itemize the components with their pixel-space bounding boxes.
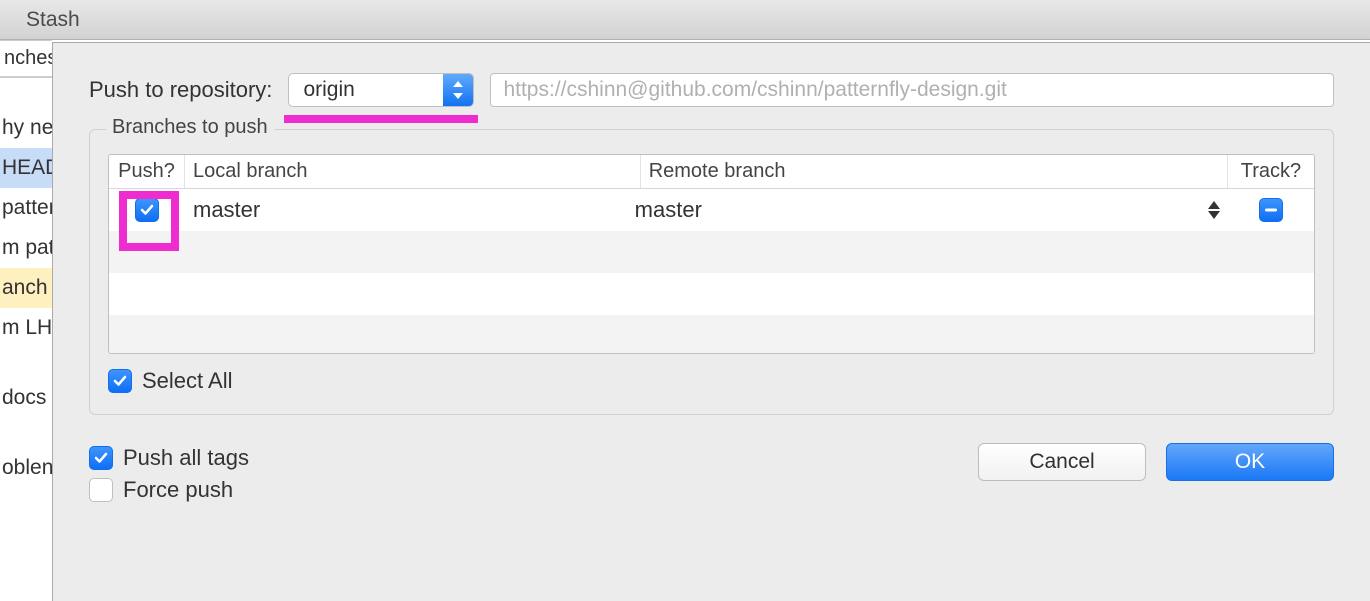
remote-url-field[interactable]: https://cshinn@github.com/cshinn/pattern… [490, 73, 1334, 107]
cell-remote-branch[interactable]: master [627, 189, 1228, 231]
table-row[interactable]: master master [109, 189, 1314, 231]
push-repo-label: Push to repository: [89, 77, 272, 103]
force-push-label: Force push [123, 477, 233, 503]
remote-select[interactable]: origin [288, 73, 474, 107]
push-all-tags-checkbox[interactable] [89, 446, 113, 470]
ok-button[interactable]: OK [1166, 443, 1334, 481]
window-title: Stash [26, 8, 80, 32]
bg-item: anch [0, 268, 52, 308]
branches-fieldset: Branches to push Push? Local branch Remo… [89, 129, 1334, 415]
select-all-checkbox[interactable] [108, 369, 132, 393]
track-checkbox[interactable] [1259, 198, 1283, 222]
th-track[interactable]: Track? [1228, 155, 1314, 188]
cancel-button[interactable]: Cancel [978, 443, 1146, 481]
bg-item: hy ne [0, 108, 52, 148]
remote-select-value: origin [303, 78, 354, 102]
push-all-tags-label: Push all tags [123, 445, 249, 471]
push-checkbox[interactable] [135, 198, 159, 222]
annotation-underline [284, 115, 478, 123]
cell-local-branch: master [185, 189, 627, 231]
bg-item: docs [0, 378, 52, 418]
background-sidebar: nches hy ne HEAD patter m pat anch m LH … [0, 40, 52, 601]
chevron-updown-icon [443, 74, 473, 106]
th-local[interactable]: Local branch [185, 155, 641, 188]
push-dialog: Push to repository: origin https://cshin… [52, 42, 1370, 601]
table-header: Push? Local branch Remote branch Track? [109, 155, 1314, 189]
bg-item: patter [0, 188, 52, 228]
stepper-icon[interactable] [1208, 201, 1220, 219]
branches-legend: Branches to push [106, 116, 274, 139]
branches-table: Push? Local branch Remote branch Track? … [108, 154, 1315, 354]
titlebar: Stash [0, 0, 1370, 40]
select-all-label: Select All [142, 368, 233, 394]
bg-item: m LH [0, 308, 52, 348]
bg-header: nches [0, 41, 52, 77]
th-push[interactable]: Push? [109, 155, 185, 188]
bg-item: HEAD [0, 148, 52, 188]
remote-url-value: https://cshinn@github.com/cshinn/pattern… [503, 78, 1006, 102]
bg-item: oblen [0, 448, 52, 488]
bg-item: m pat [0, 228, 52, 268]
force-push-checkbox[interactable] [89, 478, 113, 502]
th-remote[interactable]: Remote branch [641, 155, 1228, 188]
